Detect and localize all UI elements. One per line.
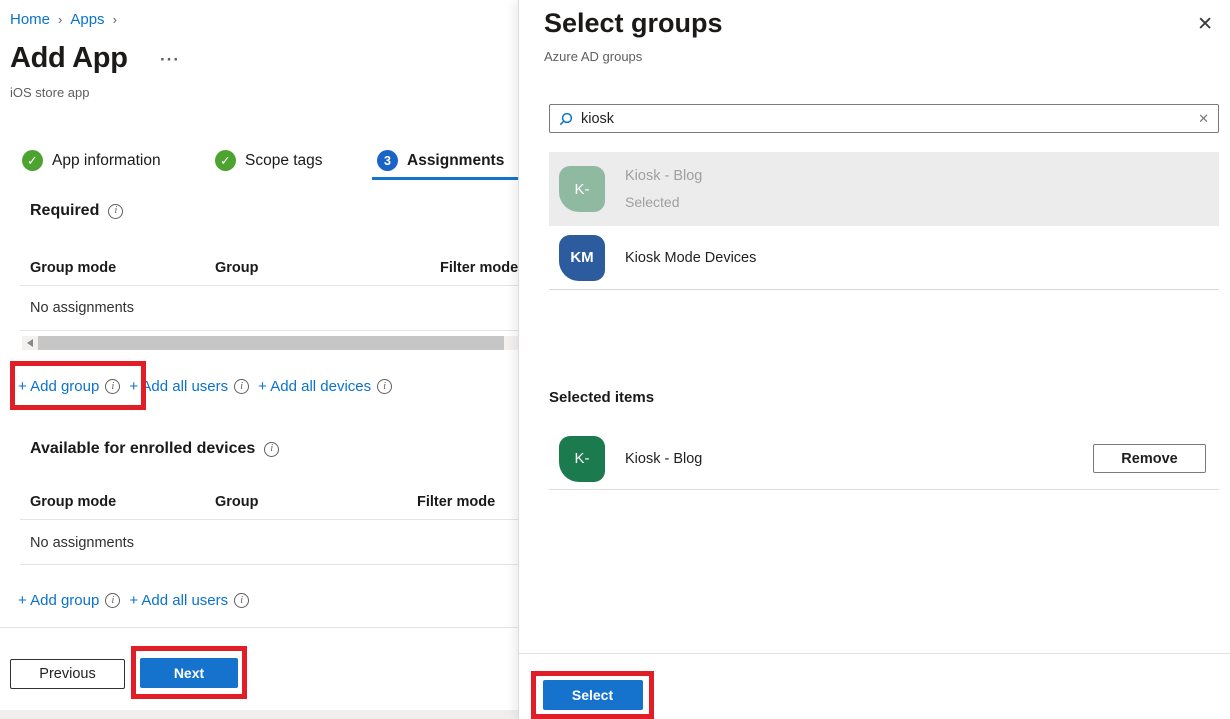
page-title: Add App bbox=[10, 42, 128, 75]
close-icon[interactable]: ✕ bbox=[1197, 15, 1213, 34]
add-all-users-link[interactable]: + Add all users bbox=[129, 592, 228, 609]
select-groups-panel: Select groups ✕ Azure AD groups ✕ K- Kio… bbox=[518, 0, 1230, 719]
panel-title: Select groups bbox=[544, 8, 723, 39]
window-bottom-strip bbox=[0, 710, 518, 719]
check-icon: ✓ bbox=[22, 150, 43, 171]
selected-items-heading: Selected items bbox=[549, 389, 654, 406]
search-input[interactable] bbox=[581, 111, 1190, 127]
step-label: App information bbox=[52, 152, 161, 170]
breadcrumb: Home › Apps › bbox=[10, 11, 125, 28]
divider bbox=[20, 330, 518, 331]
divider bbox=[20, 285, 518, 286]
group-row-kiosk-mode-devices[interactable]: KM Kiosk Mode Devices bbox=[549, 226, 1219, 289]
check-icon: ✓ bbox=[215, 150, 236, 171]
info-icon[interactable]: i bbox=[105, 379, 120, 394]
page-subtitle: iOS store app bbox=[10, 85, 90, 100]
group-name: Kiosk Mode Devices bbox=[625, 250, 756, 266]
divider bbox=[20, 519, 518, 520]
column-header-filter-mode: Filter mode bbox=[440, 260, 518, 276]
group-avatar: K- bbox=[559, 166, 605, 212]
group-search-box[interactable]: ✕ bbox=[549, 104, 1219, 133]
column-header-group: Group bbox=[215, 494, 417, 510]
add-all-users-action: + Add all users i bbox=[129, 592, 249, 609]
required-section-heading: Required i bbox=[30, 202, 123, 220]
info-icon[interactable]: i bbox=[377, 379, 392, 394]
available-actions: + Add group i + Add all users i bbox=[18, 592, 249, 609]
required-actions: + Add group i + Add all users i + Add al… bbox=[18, 378, 392, 395]
add-group-action: + Add group i bbox=[18, 592, 120, 609]
info-icon[interactable]: i bbox=[234, 379, 249, 394]
tab-assignments[interactable]: 3 Assignments bbox=[377, 150, 504, 171]
selected-group-name: Kiosk - Blog bbox=[625, 451, 702, 467]
group-avatar: KM bbox=[559, 235, 605, 281]
available-section-heading: Available for enrolled devices i bbox=[30, 440, 279, 458]
footer-divider bbox=[0, 627, 518, 628]
required-table-header: Group mode Group Filter mode bbox=[30, 260, 518, 276]
chevron-right-icon: › bbox=[58, 12, 62, 27]
column-header-group-mode: Group mode bbox=[30, 260, 215, 276]
group-row-text: Kiosk Mode Devices bbox=[625, 250, 756, 266]
info-icon[interactable]: i bbox=[264, 442, 279, 457]
required-heading-text: Required bbox=[30, 202, 99, 220]
info-icon[interactable]: i bbox=[234, 593, 249, 608]
step-label: Assignments bbox=[407, 152, 504, 170]
previous-button[interactable]: Previous bbox=[10, 659, 125, 689]
more-options-icon[interactable]: ··· bbox=[160, 50, 180, 70]
add-group-link[interactable]: + Add group bbox=[18, 378, 99, 395]
available-empty-text: No assignments bbox=[30, 535, 134, 551]
horizontal-scrollbar[interactable] bbox=[22, 336, 518, 350]
remove-button[interactable]: Remove bbox=[1093, 444, 1206, 473]
required-empty-text: No assignments bbox=[30, 300, 134, 316]
column-header-group: Group bbox=[215, 260, 440, 276]
group-row-kiosk-blog: K- Kiosk - Blog Selected bbox=[549, 152, 1219, 226]
panel-footer-divider bbox=[519, 653, 1230, 654]
info-icon[interactable]: i bbox=[105, 593, 120, 608]
step-label: Scope tags bbox=[245, 152, 323, 170]
highlight-box-next: Next bbox=[131, 646, 247, 699]
column-header-filter-mode: Filter mode bbox=[417, 494, 495, 510]
add-all-users-link[interactable]: + Add all users bbox=[129, 378, 228, 395]
selected-item-row: K- Kiosk - Blog Remove bbox=[549, 428, 1219, 490]
add-all-devices-action: + Add all devices i bbox=[258, 378, 392, 395]
clear-search-icon[interactable]: ✕ bbox=[1198, 111, 1209, 127]
group-results-list: K- Kiosk - Blog Selected KM Kiosk Mode D… bbox=[549, 152, 1219, 290]
add-all-devices-link[interactable]: + Add all devices bbox=[258, 378, 371, 395]
add-all-users-action: + Add all users i bbox=[129, 378, 249, 395]
divider bbox=[20, 564, 518, 565]
highlight-box-select: Select bbox=[531, 671, 654, 719]
available-heading-text: Available for enrolled devices bbox=[30, 440, 255, 458]
step-number-badge: 3 bbox=[377, 150, 398, 171]
add-group-link[interactable]: + Add group bbox=[18, 592, 99, 609]
group-name: Kiosk - Blog bbox=[625, 168, 702, 184]
breadcrumb-home-link[interactable]: Home bbox=[10, 11, 50, 28]
tab-scope-tags[interactable]: ✓ Scope tags bbox=[215, 150, 323, 171]
panel-subtitle: Azure AD groups bbox=[544, 49, 642, 64]
tab-app-information[interactable]: ✓ App information bbox=[22, 150, 161, 171]
breadcrumb-apps-link[interactable]: Apps bbox=[70, 11, 104, 28]
next-button[interactable]: Next bbox=[140, 658, 238, 688]
available-table-header: Group mode Group Filter mode bbox=[30, 494, 518, 510]
group-avatar: K- bbox=[559, 436, 605, 482]
group-status: Selected bbox=[625, 194, 702, 210]
chevron-right-icon: › bbox=[113, 12, 117, 27]
column-header-group-mode: Group mode bbox=[30, 494, 215, 510]
wizard-steps: ✓ App information ✓ Scope tags 3 Assignm… bbox=[0, 150, 518, 174]
group-row-text: Kiosk - Blog Selected bbox=[625, 168, 702, 210]
scroll-left-arrow-icon[interactable] bbox=[27, 339, 33, 347]
info-icon[interactable]: i bbox=[108, 204, 123, 219]
scrollbar-thumb[interactable] bbox=[38, 336, 504, 350]
add-app-content: Home › Apps › Add App ··· iOS store app ✓ A… bbox=[0, 0, 518, 719]
select-button[interactable]: Select bbox=[543, 680, 643, 710]
search-icon bbox=[559, 112, 573, 126]
add-group-action: + Add group i bbox=[18, 378, 120, 395]
